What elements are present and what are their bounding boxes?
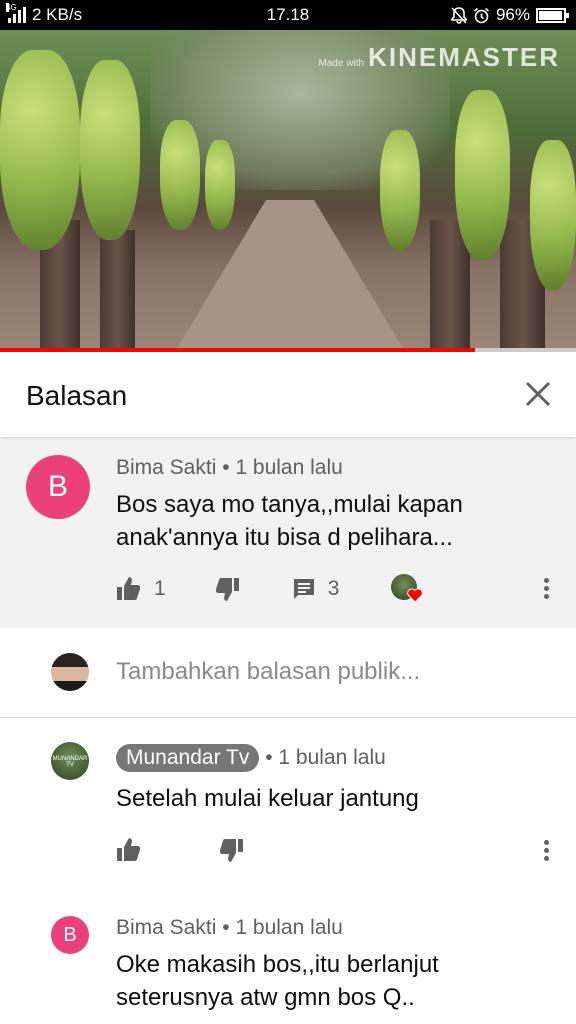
battery-icon [536, 7, 569, 23]
like-count: 1 [154, 577, 166, 600]
creator-heart [391, 574, 424, 604]
thumbs-down-icon [220, 839, 243, 862]
video-banana-bunch [380, 130, 420, 250]
reply-meta: Bima Sakti • 1 bulan lalu [116, 916, 343, 940]
reply-text: Oke makasih bos,,itu berlanjut seterusny… [116, 951, 439, 1011]
thumbs-down-icon [215, 578, 239, 601]
video-banana-bunch [530, 140, 576, 290]
heart-icon [407, 588, 424, 602]
notifications-off-icon [451, 6, 467, 24]
reply-item: B Bima Sakti • 1 bulan lalu Oke makasih … [0, 880, 576, 1024]
reply-author[interactable]: Bima Sakti [116, 916, 216, 939]
video-banana-bunch [455, 90, 510, 260]
alarm-icon [473, 7, 489, 23]
video-trunk [100, 230, 135, 352]
reply-input[interactable]: Tambahkan balasan publik... [116, 658, 420, 686]
reply-text: Setelah mulai keluar jantung [116, 785, 419, 812]
reply-count-button[interactable]: 3 [292, 577, 340, 601]
video-player[interactable]: Made with KINEMASTER [0, 30, 576, 352]
parent-comment: B Bima Sakti • 1 bulan lalu Bos saya mo … [0, 440, 576, 628]
video-banana-bunch [205, 140, 235, 230]
status-bar: 4G 2 KB/s 17.18 96% [0, 0, 576, 30]
like-button[interactable] [116, 838, 142, 862]
reply-actions [116, 838, 244, 862]
reply-input-row[interactable]: Tambahkan balasan publik... [0, 628, 576, 718]
thumbs-up-icon [117, 838, 140, 861]
my-avatar [51, 653, 89, 691]
video-banana-bunch [160, 120, 200, 230]
avatar[interactable]: B [26, 455, 90, 519]
replies-header: Balasan [0, 352, 576, 438]
reply-item: MUNANDAR TV Munandar Tv • 1 bulan lalu S… [0, 720, 576, 880]
comment-meta: Bima Sakti • 1 bulan lalu [116, 456, 343, 480]
video-banana-bunch [80, 60, 140, 240]
comment-text: Bos saya mo tanya,,mulai kapan anak'anny… [116, 491, 463, 551]
avatar[interactable]: B [51, 916, 89, 954]
like-button[interactable]: 1 [116, 577, 166, 601]
comment-author[interactable]: Bima Sakti [116, 456, 216, 479]
video-banana-bunch [0, 50, 80, 250]
reply-meta: Munandar Tv • 1 bulan lalu [116, 744, 386, 772]
close-icon[interactable] [524, 380, 552, 408]
watermark-text: KINEMASTER [368, 42, 560, 72]
video-watermark: Made with KINEMASTER [319, 42, 560, 73]
page-title: Balasan [26, 380, 128, 411]
dislike-button[interactable] [214, 577, 240, 601]
comment-actions: 1 3 [116, 574, 424, 604]
comment-time: • 1 bulan lalu [216, 456, 343, 479]
watermark-small: Made with [318, 58, 365, 69]
channel-owner-badge[interactable]: Munandar Tv [116, 744, 260, 772]
battery-percent: 96% [495, 5, 530, 24]
reply-time: • 1 bulan lalu [216, 916, 343, 939]
status-right: 96% [451, 5, 569, 25]
thumbs-up-icon [117, 577, 140, 600]
dislike-button[interactable] [218, 838, 244, 862]
channel-avatar-label: MUNANDAR TV [52, 756, 88, 768]
reply-count: 3 [327, 577, 340, 600]
more-options-icon[interactable] [544, 840, 550, 864]
reply-time: • 1 bulan lalu [259, 746, 386, 769]
video-path [170, 200, 410, 352]
channel-avatar[interactable]: MUNANDAR TV [51, 742, 89, 780]
more-options-icon[interactable] [544, 578, 550, 602]
comment-icon [293, 579, 314, 599]
